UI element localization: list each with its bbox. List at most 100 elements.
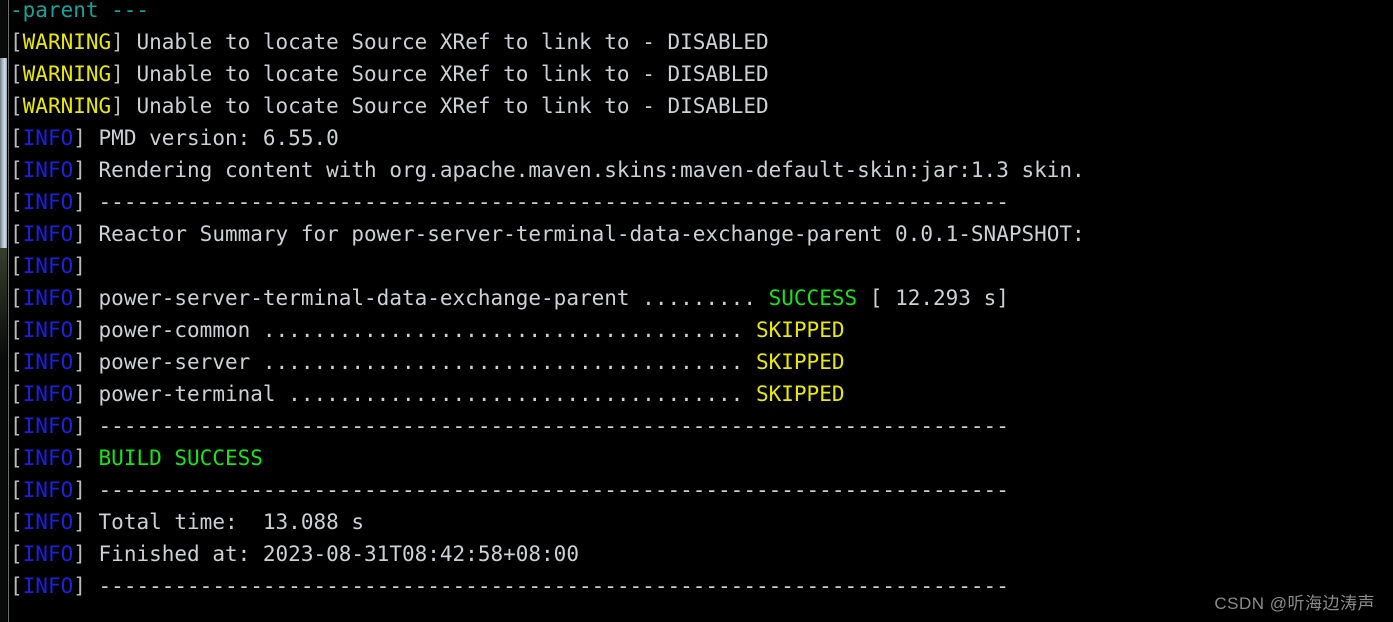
console-text-segment: [ bbox=[10, 30, 23, 54]
console-text-segment: [ bbox=[10, 510, 23, 534]
console-text-segment: INFO bbox=[22, 350, 74, 374]
console-line: [INFO] ---------------------------------… bbox=[10, 474, 1393, 506]
vertical-scrollbar-track[interactable] bbox=[0, 0, 7, 622]
console-text-segment: [ bbox=[10, 350, 23, 374]
console-text-segment: [ bbox=[10, 446, 23, 470]
csdn-watermark: CSDN @听海边涛声 bbox=[1214, 594, 1375, 613]
console-text-segment: ] bbox=[111, 94, 137, 118]
console-text-segment: power-server-terminal-data-exchange-pare… bbox=[98, 286, 769, 310]
console-line: [INFO] ---------------------------------… bbox=[10, 570, 1393, 602]
console-text-segment: ] bbox=[73, 318, 99, 342]
console-text-segment: INFO bbox=[22, 318, 74, 342]
console-text-segment: ] bbox=[111, 62, 137, 86]
console-text-segment: ----------------------------------------… bbox=[98, 574, 1009, 598]
console-text-segment: ] bbox=[73, 542, 99, 566]
console-output: -parent --- [WARNING] Unable to locate So… bbox=[10, 0, 1393, 602]
console-line: [INFO] power-server ....................… bbox=[10, 346, 1393, 378]
console-text-segment: [ bbox=[10, 574, 23, 598]
console-text-segment: [ bbox=[10, 542, 23, 566]
console-text-segment: Unable to locate Source XRef to link to … bbox=[136, 30, 769, 54]
console-text-segment: INFO bbox=[22, 190, 74, 214]
console-text-segment: INFO bbox=[22, 414, 74, 438]
console-line: [INFO] power-server-terminal-data-exchan… bbox=[10, 282, 1393, 314]
console-text-segment: ] bbox=[73, 446, 99, 470]
console-text-segment: [ bbox=[10, 190, 23, 214]
console-line: [INFO] ---------------------------------… bbox=[10, 186, 1393, 218]
console-text-segment: INFO bbox=[22, 446, 74, 470]
console-line: [INFO] ---------------------------------… bbox=[10, 410, 1393, 442]
console-text-segment: ] bbox=[73, 478, 99, 502]
console-text-segment: [ bbox=[10, 414, 23, 438]
terminal-window: -parent --- [WARNING] Unable to locate So… bbox=[0, 0, 1393, 622]
console-line: [WARNING] Unable to locate Source XRef t… bbox=[10, 58, 1393, 90]
console-text-segment: -parent --- bbox=[10, 0, 150, 22]
console-line: [INFO] Finished at: 2023-08-31T08:42:58+… bbox=[10, 538, 1393, 570]
console-text-segment: INFO bbox=[22, 254, 74, 278]
console-text-segment: ] bbox=[73, 158, 99, 182]
console-text-segment: [ bbox=[10, 478, 23, 502]
console-text-segment: power-common ...........................… bbox=[98, 318, 756, 342]
console-text-segment: ] bbox=[73, 350, 99, 374]
console-text-segment: INFO bbox=[22, 510, 74, 534]
console-line: [INFO] Reactor Summary for power-server-… bbox=[10, 218, 1393, 250]
console-text-segment: Rendering content with org.apache.maven.… bbox=[98, 158, 1085, 182]
console-text-segment: power-terminal .........................… bbox=[98, 382, 756, 406]
console-line: [INFO] BUILD SUCCESS bbox=[10, 442, 1393, 474]
console-text-segment: ] bbox=[73, 222, 99, 246]
console-text-segment: ] bbox=[73, 254, 99, 278]
console-text-segment: Unable to locate Source XRef to link to … bbox=[136, 62, 769, 86]
console-text-segment: [ bbox=[10, 62, 23, 86]
console-text-segment: Unable to locate Source XRef to link to … bbox=[136, 94, 769, 118]
console-text-segment: [ bbox=[10, 254, 23, 278]
console-text-segment: WARNING bbox=[22, 30, 112, 54]
console-line: [INFO] Rendering content with org.apache… bbox=[10, 154, 1393, 186]
console-line: [INFO] bbox=[10, 250, 1393, 282]
console-text-segment: ] bbox=[73, 126, 99, 150]
console-line: [INFO] PMD version: 6.55.0 bbox=[10, 122, 1393, 154]
console-text-segment: INFO bbox=[22, 222, 74, 246]
console-text-segment: ] bbox=[73, 382, 99, 406]
console-text-segment: [ bbox=[10, 318, 23, 342]
console-text-segment: INFO bbox=[22, 382, 74, 406]
console-text-segment: Reactor Summary for power-server-termina… bbox=[98, 222, 1085, 246]
console-text-segment: ] bbox=[73, 510, 99, 534]
console-text-segment: SKIPPED bbox=[755, 350, 845, 374]
console-line: [WARNING] Unable to locate Source XRef t… bbox=[10, 90, 1393, 122]
console-text-segment: SKIPPED bbox=[755, 318, 845, 342]
console-text-segment: PMD version: 6.55.0 bbox=[98, 126, 339, 150]
console-text-segment: ] bbox=[111, 30, 137, 54]
console-text-segment: [ bbox=[10, 94, 23, 118]
console-text-segment: ] bbox=[73, 190, 99, 214]
console-text-segment: INFO bbox=[22, 158, 74, 182]
console-text-segment: [ bbox=[10, 382, 23, 406]
console-text-segment: BUILD SUCCESS bbox=[98, 446, 263, 470]
console-text-segment: INFO bbox=[22, 574, 74, 598]
console-line: [INFO] power-common ....................… bbox=[10, 314, 1393, 346]
console-text-segment: ] bbox=[73, 414, 99, 438]
vertical-scrollbar-thumb[interactable] bbox=[0, 58, 7, 248]
console-text-segment: [ bbox=[10, 158, 23, 182]
console-line: [WARNING] Unable to locate Source XRef t… bbox=[10, 26, 1393, 58]
console-text-segment: ----------------------------------------… bbox=[98, 414, 1009, 438]
console-text-segment: INFO bbox=[22, 478, 74, 502]
console-line: [INFO] power-terminal ..................… bbox=[10, 378, 1393, 410]
console-text-segment: [ bbox=[10, 222, 23, 246]
console-text-segment: ----------------------------------------… bbox=[98, 478, 1009, 502]
console-line: -parent --- bbox=[10, 0, 1393, 26]
terminal-left-border bbox=[8, 0, 9, 622]
console-text-segment: WARNING bbox=[22, 94, 112, 118]
console-text-segment: INFO bbox=[22, 126, 74, 150]
console-text-segment: INFO bbox=[22, 286, 74, 310]
console-text-segment: Total time: 13.088 s bbox=[98, 510, 365, 534]
scrollbar-highlight-marker bbox=[0, 248, 7, 358]
console-text-segment: INFO bbox=[22, 542, 74, 566]
console-text-segment: Finished at: 2023-08-31T08:42:58+08:00 bbox=[98, 542, 579, 566]
console-text-segment: [ bbox=[10, 126, 23, 150]
console-text-segment: SKIPPED bbox=[755, 382, 845, 406]
console-line: [INFO] Total time: 13.088 s bbox=[10, 506, 1393, 538]
console-text-segment: [ 12.293 s] bbox=[857, 286, 1009, 310]
console-text-segment: ] bbox=[73, 574, 99, 598]
console-text-segment: ] bbox=[73, 286, 99, 310]
console-text-segment: power-server ...........................… bbox=[98, 350, 756, 374]
console-text-segment: [ bbox=[10, 286, 23, 310]
